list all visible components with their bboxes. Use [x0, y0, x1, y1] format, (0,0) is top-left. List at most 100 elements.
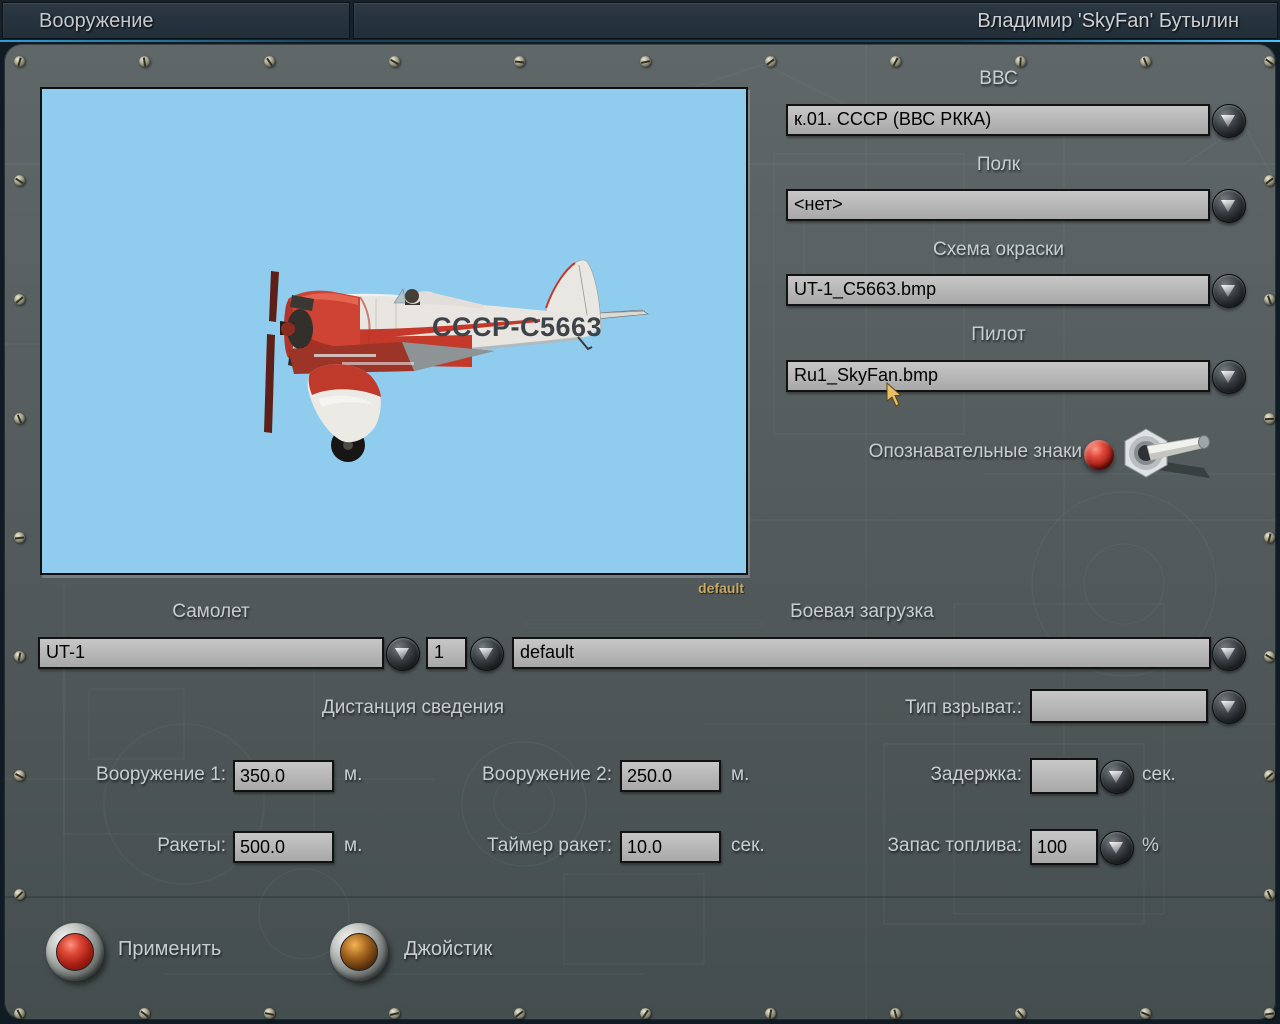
- tab-armament[interactable]: Вооружение: [2, 2, 350, 39]
- rocket-timer-unit: сек.: [731, 835, 765, 856]
- loadout-select[interactable]: default: [512, 637, 1211, 669]
- weapon1-unit: м.: [344, 764, 363, 785]
- paint-scheme-select[interactable]: UT-1_C5663.bmp: [786, 274, 1210, 306]
- markings-indicator-lamp: [1084, 440, 1114, 470]
- arrow-down-icon: [1221, 285, 1235, 297]
- screw-icon: [14, 651, 25, 662]
- screw-icon: [139, 56, 150, 67]
- delay-input[interactable]: [1030, 758, 1098, 794]
- regiment-label: Полк: [976, 154, 1021, 175]
- mouse-cursor-icon: [886, 382, 903, 407]
- screw-icon: [139, 1008, 150, 1019]
- screw-icon: [264, 1008, 275, 1019]
- rockets-input[interactable]: [233, 831, 334, 863]
- apply-button[interactable]: [46, 923, 104, 981]
- weapon2-label: Вооружение 2:: [482, 764, 612, 785]
- fuel-unit: %: [1142, 835, 1159, 856]
- screw-icon: [14, 532, 25, 543]
- pilot-skin-dropdown-button[interactable]: [1212, 360, 1246, 394]
- pilot-skin-label: Пилот: [971, 324, 1026, 345]
- vvs-dropdown-button[interactable]: [1212, 104, 1246, 138]
- top-bar-right-section: Владимир 'SkyFan' Бутылин: [353, 2, 1278, 39]
- convergence-section-label: Дистанция сведения: [321, 697, 505, 718]
- screw-icon: [765, 1008, 776, 1019]
- screw-icon: [1264, 175, 1275, 186]
- arrow-down-icon: [395, 648, 409, 660]
- loadout-dropdown-button[interactable]: [1212, 637, 1246, 671]
- rocket-timer-input[interactable]: [620, 831, 721, 863]
- markings-toggle-switch[interactable]: [1116, 424, 1216, 486]
- registration-text: СССР-С5663: [432, 312, 602, 342]
- weapon1-label: Вооружение 1:: [96, 764, 226, 785]
- aircraft-count-dropdown-button[interactable]: [470, 637, 504, 671]
- vvs-label: ВВС: [979, 68, 1018, 89]
- arrow-down-icon: [1221, 701, 1235, 713]
- screw-icon: [1264, 413, 1275, 424]
- fuse-type-label: Тип взрыват.:: [905, 697, 1022, 718]
- screw-icon: [1264, 56, 1275, 67]
- delay-dropdown-button[interactable]: [1100, 760, 1134, 794]
- screw-icon: [514, 56, 525, 67]
- screw-icon: [1264, 651, 1275, 662]
- screw-icon: [1264, 770, 1275, 781]
- arrow-down-icon: [1221, 115, 1235, 127]
- screw-icon: [1264, 889, 1275, 900]
- weapon2-unit: м.: [731, 764, 750, 785]
- amber-push-button-icon: [340, 933, 378, 971]
- weapon1-input[interactable]: [233, 760, 334, 792]
- arrow-down-icon: [1221, 371, 1235, 383]
- regiment-select[interactable]: <нет>: [786, 189, 1210, 221]
- screw-icon: [765, 56, 776, 67]
- aircraft-label: Самолет: [172, 601, 250, 622]
- rockets-label: Ракеты:: [157, 835, 226, 856]
- weapon2-input[interactable]: [620, 760, 721, 792]
- screw-icon: [1140, 1008, 1151, 1019]
- screw-icon: [14, 889, 25, 900]
- red-push-button-icon: [56, 933, 94, 971]
- screw-icon: [14, 770, 25, 781]
- rockets-unit: м.: [344, 835, 363, 856]
- arrow-down-icon: [1221, 200, 1235, 212]
- loadout-label: Боевая загрузка: [790, 601, 934, 622]
- regiment-dropdown-button[interactable]: [1212, 189, 1246, 223]
- aircraft-dropdown-button[interactable]: [386, 637, 420, 671]
- rocket-timer-label: Таймер ракет:: [487, 835, 612, 856]
- screw-icon: [14, 413, 25, 424]
- joystick-button[interactable]: [330, 923, 388, 981]
- arrow-down-icon: [1109, 771, 1123, 783]
- screw-icon: [1264, 294, 1275, 305]
- joystick-button-label: Джойстик: [404, 938, 493, 960]
- loadout-variant-label: default: [698, 580, 744, 596]
- screw-icon: [389, 56, 400, 67]
- arrow-down-icon: [1221, 648, 1235, 660]
- screw-icon: [14, 56, 25, 67]
- screw-icon: [14, 1008, 25, 1019]
- screw-icon: [14, 175, 25, 186]
- fuse-type-select[interactable]: [1030, 689, 1208, 723]
- screw-icon: [1015, 56, 1026, 67]
- vvs-select[interactable]: к.01. СССР (ВВС РККА): [786, 104, 1210, 136]
- screw-icon: [890, 56, 901, 67]
- fuse-type-dropdown-button[interactable]: [1212, 690, 1246, 724]
- markings-label: Опознавательные знаки: [868, 441, 1082, 462]
- fuel-dropdown-button[interactable]: [1100, 831, 1134, 865]
- paint-scheme-dropdown-button[interactable]: [1212, 274, 1246, 308]
- apply-button-label: Применить: [118, 938, 222, 960]
- delay-label: Задержка:: [930, 764, 1022, 785]
- screw-icon: [264, 56, 275, 67]
- pilot-skin-select[interactable]: Ru1_SkyFan.bmp: [786, 360, 1210, 392]
- delay-unit: сек.: [1142, 764, 1176, 785]
- fuel-input[interactable]: [1030, 829, 1098, 865]
- screw-icon: [1015, 1008, 1026, 1019]
- screw-icon: [1264, 1008, 1275, 1019]
- screw-icon: [389, 1008, 400, 1019]
- accent-line: [0, 40, 1280, 42]
- screw-icon: [14, 294, 25, 305]
- aircraft-count-field[interactable]: 1: [426, 637, 467, 669]
- pilot-name-label: Владимир 'SkyFan' Бутылин: [977, 10, 1239, 32]
- screw-icon: [514, 1008, 525, 1019]
- arrow-down-icon: [1109, 842, 1123, 854]
- aircraft-select[interactable]: UT-1: [38, 637, 384, 669]
- top-bar: Вооружение Владимир 'SkyFan' Бутылин: [0, 0, 1280, 42]
- aircraft-side-view-image: СССР-С5663: [264, 259, 649, 462]
